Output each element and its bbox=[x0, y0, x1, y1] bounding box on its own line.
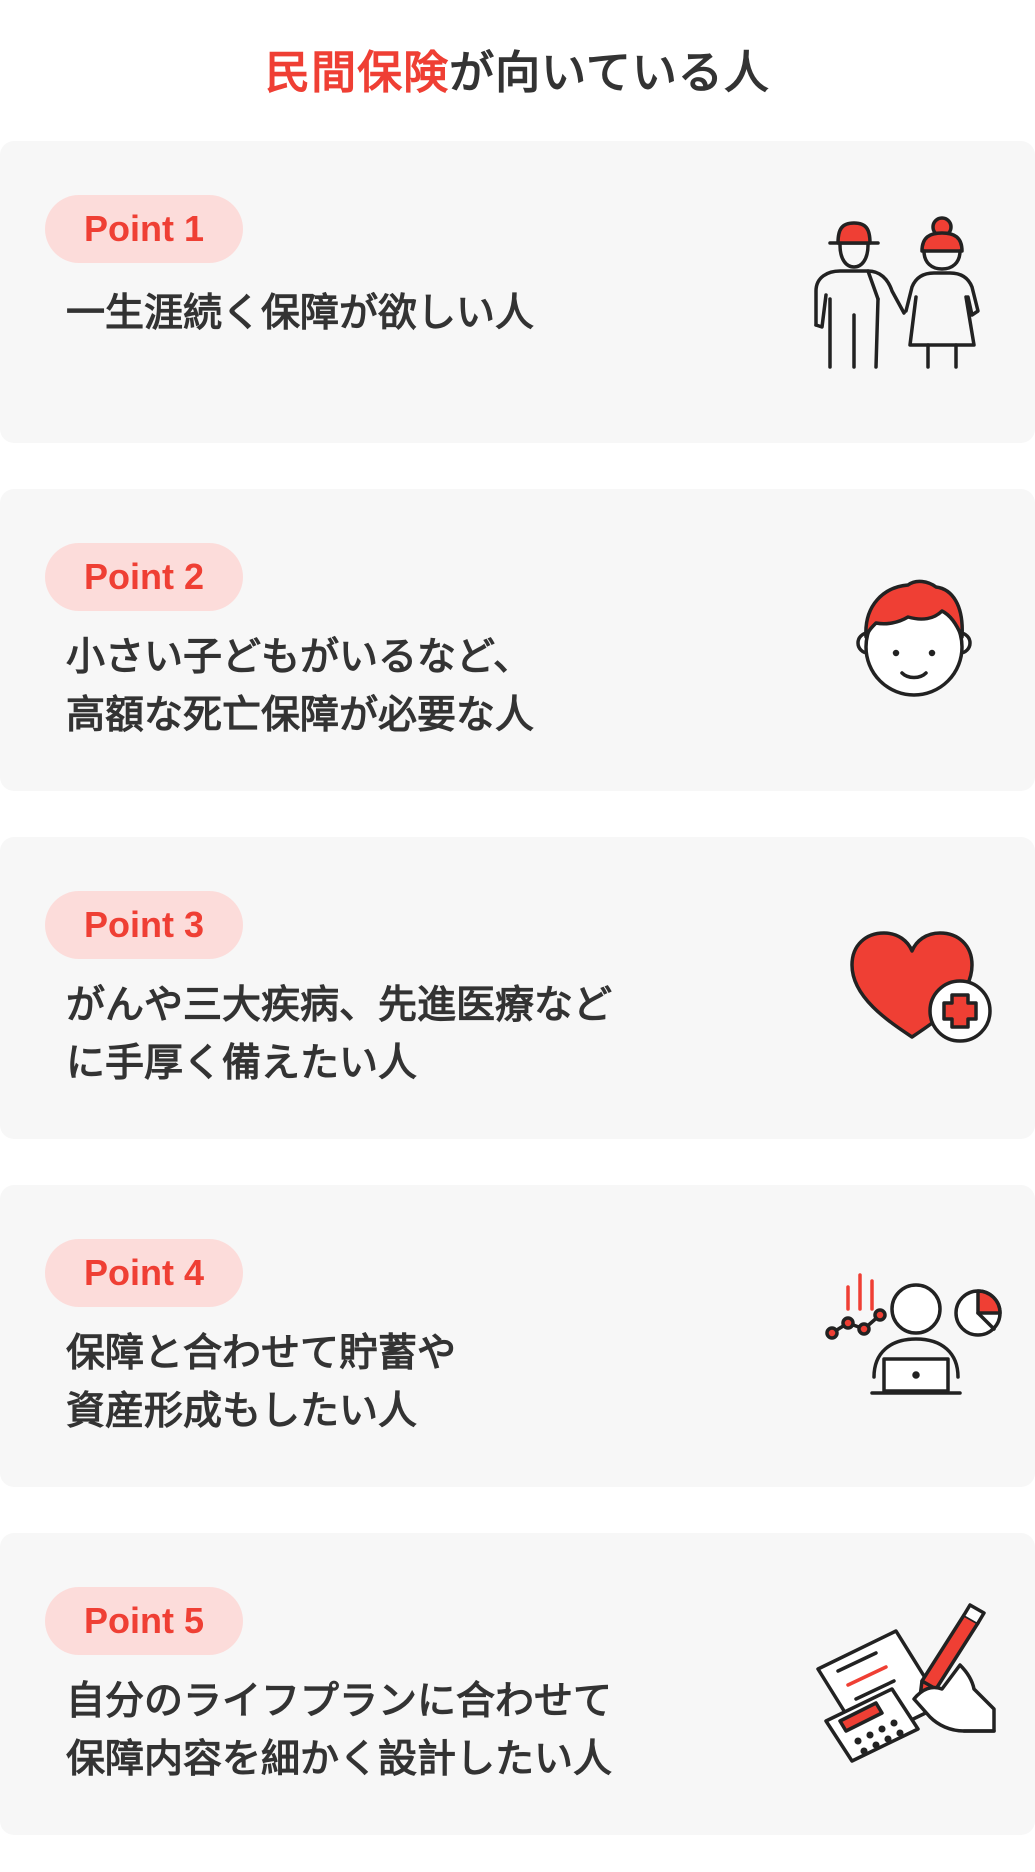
point-description-line: に手厚く備えたい人 bbox=[66, 1041, 418, 1086]
point-card-5: Point 5 自分のライフプランに合わせて 保障内容を細かく設計したい人 bbox=[0, 1533, 1035, 1835]
point-badge: Point 5 bbox=[45, 1587, 243, 1655]
page-title: 民間保険が向いている人 bbox=[0, 38, 1035, 108]
point-description-line: 高額な死亡保障が必要な人 bbox=[66, 693, 535, 738]
child-face-icon bbox=[846, 575, 982, 711]
point-description-line: 小さい子どもがいるなど、 bbox=[66, 635, 533, 680]
point-card-4: Point 4 保障と合わせて貯蓄や 資産形成もしたい人 bbox=[0, 1185, 1035, 1487]
document-calculator-pen-icon bbox=[814, 1601, 1000, 1771]
point-description: 自分のライフプランに合わせて 保障内容を細かく設計したい人 bbox=[66, 1673, 786, 1789]
point-description: 一生涯続く保障が欲しい人 bbox=[66, 285, 786, 343]
elderly-couple-icon bbox=[808, 207, 998, 377]
point-description-line: 自分のライフプランに合わせて bbox=[66, 1679, 613, 1724]
point-badge: Point 1 bbox=[45, 195, 243, 263]
point-badge: Point 4 bbox=[45, 1239, 243, 1307]
point-description: 保障と合わせて貯蓄や 資産形成もしたい人 bbox=[66, 1325, 786, 1441]
point-description: 小さい子どもがいるなど、 高額な死亡保障が必要な人 bbox=[66, 629, 786, 745]
point-description-line: 資産形成もしたい人 bbox=[66, 1389, 418, 1434]
point-card-2: Point 2 小さい子どもがいるなど、 高額な死亡保障が必要な人 bbox=[0, 489, 1035, 791]
page-title-rest: が向いている人 bbox=[449, 46, 770, 99]
point-description-line: 保障内容を細かく設計したい人 bbox=[66, 1737, 613, 1782]
heart-plus-icon bbox=[848, 929, 994, 1049]
point-description-line: がんや三大疾病、先進医療など bbox=[66, 983, 613, 1028]
point-card-1: Point 1 一生涯続く保障が欲しい人 bbox=[0, 141, 1035, 443]
point-description-line: 保障と合わせて貯蓄や bbox=[66, 1331, 457, 1376]
page-title-accent: 民間保険 bbox=[265, 46, 450, 99]
point-card-3: Point 3 がんや三大疾病、先進医療など に手厚く備えたい人 bbox=[0, 837, 1035, 1139]
point-badge: Point 3 bbox=[45, 891, 243, 959]
person-laptop-chart-icon bbox=[824, 1267, 1004, 1417]
point-description-line: 一生涯続く保障が欲しい人 bbox=[66, 291, 535, 336]
point-badge: Point 2 bbox=[45, 543, 243, 611]
point-description: がんや三大疾病、先進医療など に手厚く備えたい人 bbox=[66, 977, 786, 1093]
